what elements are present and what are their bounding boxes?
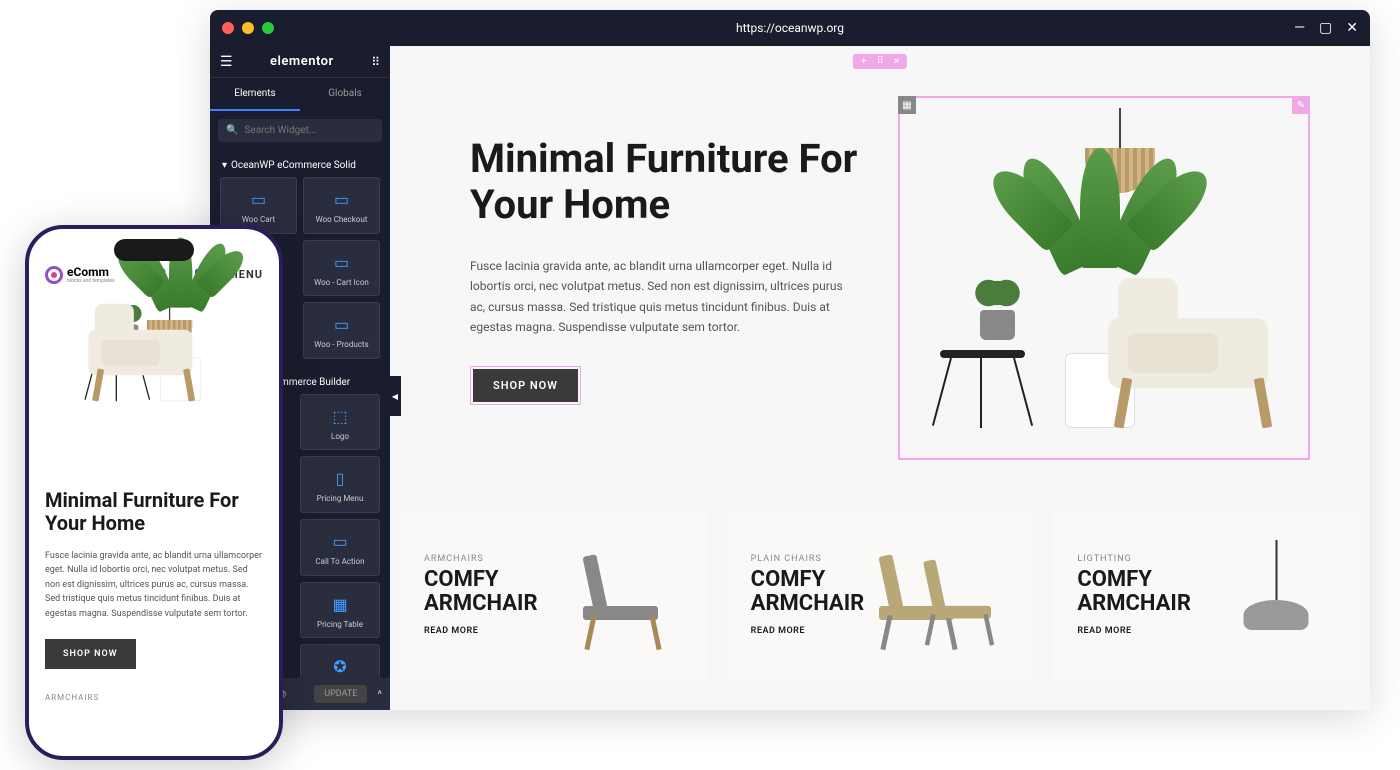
hero-description: Fusce lacinia gravida ante, ac blandit u… [470,256,850,338]
product-cards-row: ARMCHAIRS COMFY ARMCHAIR READ MORE PLAIN… [390,490,1370,700]
widget-pricing-menu[interactable]: ▯Pricing Menu [300,456,380,513]
restore-icon[interactable]: ▢ [1319,20,1332,36]
search-widget-box[interactable]: 🔍 [218,119,382,142]
editor-canvas[interactable]: ◀ + ⠿ × Minimal Furniture For Your Home … [390,46,1370,710]
card-category: PLAIN CHAIRS [751,554,880,564]
card-lighting[interactable]: LIGTHTING COMFY ARMCHAIR READ MORE [1053,510,1360,680]
mobile-preview: eComm blocks and templates 👤 🛍 2 ☰MENU M… [25,225,283,760]
traffic-lights [222,22,274,34]
caret-down-icon: ▾ [222,160,227,171]
read-more-link[interactable]: READ MORE [424,626,553,636]
widget-cta[interactable]: ▭Call To Action [300,519,380,576]
mobile-hero-image [83,294,225,414]
title-bar: https://oceanwp.org ― ▢ ✕ [210,10,1370,46]
tab-globals[interactable]: Globals [300,78,390,111]
checkout-icon: ▭ [308,190,375,209]
hero-title: Minimal Furniture For Your Home [470,136,858,228]
mobile-card-category: ARMCHAIRS [45,693,263,702]
menu-icon[interactable]: ☰ [220,54,233,70]
shop-now-button[interactable]: SHOP NOW [473,369,578,402]
widget-woo-checkout[interactable]: ▭Woo Checkout [303,177,380,234]
panel-toggle[interactable]: ◀ [390,376,401,416]
card-image [1216,540,1336,650]
search-icon: 🔍 [226,125,238,136]
widget-logo[interactable]: ⬚Logo [300,394,380,451]
site-logo[interactable]: eComm blocks and templates [45,265,115,284]
brand-label: elementor [270,54,334,69]
card-armchairs[interactable]: ARMCHAIRS COMFY ARMCHAIR READ MORE [400,510,707,680]
minimize-window-button[interactable] [242,22,254,34]
card-category: LIGTHTING [1077,554,1206,564]
hero-text-column[interactable]: Minimal Furniture For Your Home Fusce la… [470,96,858,460]
widget-woo-products[interactable]: ▭Woo - Products [303,302,380,359]
window-controls: ― ▢ ✕ [1294,20,1358,36]
card-title: COMFY ARMCHAIR [751,568,880,616]
cart-icon: ▭ [225,190,292,209]
button-widget-selected[interactable]: SHOP NOW [470,366,581,405]
cta-icon: ▭ [305,532,375,551]
sidebar-header: ☰ elementor ⠿ [210,46,390,78]
close-icon[interactable]: ✕ [1346,20,1358,36]
armchair-graphic [1108,288,1288,428]
apps-icon[interactable]: ⠿ [371,55,380,69]
menu-icon: ▯ [305,469,375,488]
maximize-window-button[interactable] [262,22,274,34]
url-bar[interactable]: https://oceanwp.org [736,21,844,35]
widget-newsletter[interactable]: ✪Newsletter Form [300,644,380,678]
card-image [889,540,1009,650]
cart-icon: ▭ [308,253,375,272]
products-icon: ▭ [308,315,375,334]
mobile-hero-title: Minimal Furniture For Your Home [45,489,263,535]
update-button[interactable]: UPDATE [314,685,367,703]
chevron-up-icon[interactable]: ^ [377,688,382,701]
search-input[interactable] [244,125,377,136]
card-plain-chairs[interactable]: PLAIN CHAIRS COMFY ARMCHAIR READ MORE [727,510,1034,680]
table-graphic [940,350,1025,428]
card-title: COMFY ARMCHAIR [424,568,553,616]
logo-icon [45,266,63,284]
widget-pricing-table[interactable]: ▦Pricing Table [300,582,380,639]
read-more-link[interactable]: READ MORE [1077,626,1206,636]
mobile-shop-button[interactable]: SHOP NOW [45,639,136,669]
star-icon: ✪ [305,657,375,676]
mobile-hero-description: Fusce lacinia gravida ante, ac blandit u… [45,549,263,621]
hero-image [910,108,1298,448]
card-title: COMFY ARMCHAIR [1077,568,1206,616]
hero-image-column[interactable]: ▦ ✎ [898,96,1310,460]
category-ecommerce[interactable]: ▾ OceanWP eCommerce Solid [210,150,390,177]
read-more-link[interactable]: READ MORE [751,626,880,636]
tab-elements[interactable]: Elements [210,78,300,111]
widget-woo-cart-icon[interactable]: ▭Woo - Cart Icon [303,240,380,297]
minimize-icon[interactable]: ― [1294,20,1305,36]
card-category: ARMCHAIRS [424,554,553,564]
sidebar-tabs: Elements Globals [210,78,390,111]
browser-window: https://oceanwp.org ― ▢ ✕ ☰ elementor ⠿ … [210,10,1370,710]
logo-icon: ⬚ [305,407,375,426]
close-window-button[interactable] [222,22,234,34]
card-image [563,540,683,650]
hero-section[interactable]: Minimal Furniture For Your Home Fusce la… [390,46,1370,490]
table-icon: ▦ [305,595,375,614]
